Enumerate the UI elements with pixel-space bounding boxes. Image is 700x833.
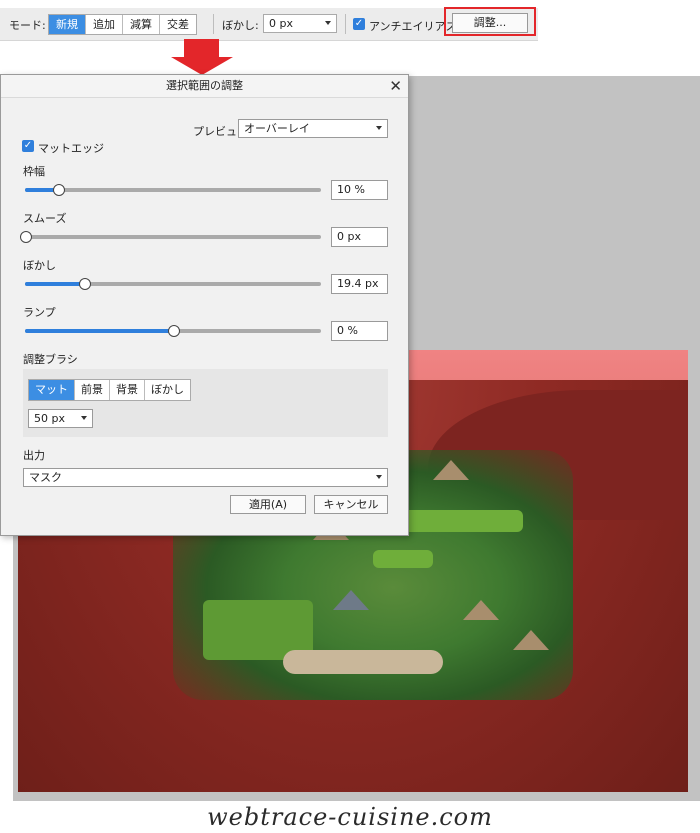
toolbar: モード: 新規 追加 減算 交差 ぼかし: 0 px ✓ アンチエイリアス 調整… bbox=[0, 7, 538, 41]
output-label: 出力 bbox=[23, 449, 45, 462]
mode-label: モード: bbox=[9, 19, 46, 32]
brush-foreground-button[interactable]: 前景 bbox=[75, 380, 110, 400]
road bbox=[283, 650, 443, 674]
brush-label: 調整ブラシ bbox=[23, 353, 78, 366]
matte-edge-checkbox[interactable]: ✓ bbox=[22, 140, 34, 152]
watermark: webtrace-cuisine.com bbox=[207, 803, 493, 831]
refine-button[interactable]: 調整... bbox=[452, 13, 528, 33]
close-icon[interactable]: ✕ bbox=[389, 76, 402, 96]
brush-background-button[interactable]: 背景 bbox=[110, 380, 145, 400]
slider-handle[interactable] bbox=[53, 184, 65, 196]
mode-subtract-button[interactable]: 減算 bbox=[123, 15, 160, 34]
preview-dropdown[interactable]: オーバーレイ bbox=[238, 119, 388, 138]
brush-size-dropdown[interactable]: 50 px bbox=[28, 409, 93, 428]
brush-feather-button[interactable]: ぼかし bbox=[145, 380, 190, 400]
cancel-button[interactable]: キャンセル bbox=[314, 495, 388, 514]
feather-slider[interactable] bbox=[25, 278, 321, 290]
smooth-label: スムーズ bbox=[23, 212, 67, 225]
ramp-label: ランプ bbox=[23, 306, 56, 319]
smooth-field[interactable]: 0 px bbox=[331, 227, 388, 247]
mode-intersect-button[interactable]: 交差 bbox=[160, 15, 196, 34]
feather-label: ぼかし bbox=[23, 259, 56, 272]
smooth-slider[interactable] bbox=[20, 231, 321, 243]
feather-label: ぼかし: bbox=[222, 19, 259, 32]
red-arrow-icon bbox=[184, 39, 219, 59]
border-width-label: 枠幅 bbox=[23, 165, 45, 178]
preview-value: オーバーレイ bbox=[244, 122, 310, 135]
slider-fill bbox=[25, 282, 84, 286]
chevron-down-icon bbox=[81, 416, 87, 420]
border-width-field[interactable]: 10 % bbox=[331, 180, 388, 200]
border-width-slider[interactable] bbox=[25, 184, 321, 196]
apply-button[interactable]: 適用(A) bbox=[230, 495, 306, 514]
slider-fill bbox=[25, 329, 173, 333]
brush-size-value: 50 px bbox=[34, 412, 65, 425]
output-dropdown[interactable]: マスク bbox=[23, 468, 388, 487]
mode-add-button[interactable]: 追加 bbox=[86, 15, 123, 34]
rice-field bbox=[373, 550, 433, 568]
chevron-down-icon bbox=[376, 126, 382, 130]
feather-dropdown[interactable]: 0 px bbox=[263, 14, 337, 33]
mode-segmented-control: 新規 追加 減算 交差 bbox=[48, 14, 197, 35]
checkmark-icon: ✓ bbox=[23, 140, 33, 151]
antialias-checkbox[interactable]: ✓ bbox=[353, 18, 365, 30]
output-value: マスク bbox=[29, 471, 62, 484]
mode-new-button[interactable]: 新規 bbox=[49, 15, 86, 34]
chevron-down-icon bbox=[325, 21, 331, 25]
slider-handle[interactable] bbox=[79, 278, 91, 290]
matte-edge-label: マットエッジ bbox=[38, 142, 104, 155]
ramp-slider[interactable] bbox=[25, 325, 321, 337]
feather-field[interactable]: 19.4 px bbox=[331, 274, 388, 294]
house-roof bbox=[513, 630, 549, 650]
chevron-down-icon bbox=[376, 475, 382, 479]
slider-handle[interactable] bbox=[168, 325, 180, 337]
red-arrow-head-icon bbox=[171, 57, 233, 75]
feather-value: 0 px bbox=[269, 17, 293, 30]
dialog-title: 選択範囲の調整 bbox=[1, 75, 408, 98]
slider-handle[interactable] bbox=[20, 231, 32, 243]
house-roof bbox=[463, 600, 499, 620]
toolbar-divider bbox=[345, 14, 346, 34]
house-roof bbox=[433, 460, 469, 480]
toolbar-divider bbox=[213, 14, 214, 34]
brush-mode-segmented-control: マット 前景 背景 ぼかし bbox=[28, 379, 191, 401]
brush-matte-button[interactable]: マット bbox=[29, 380, 75, 400]
ramp-field[interactable]: 0 % bbox=[331, 321, 388, 341]
refine-selection-dialog: 選択範囲の調整 ✕ プレビュー オーバーレイ ✓ マットエッジ 枠幅 10 % … bbox=[0, 74, 409, 536]
checkmark-icon: ✓ bbox=[354, 18, 364, 29]
house-roof bbox=[333, 590, 369, 610]
